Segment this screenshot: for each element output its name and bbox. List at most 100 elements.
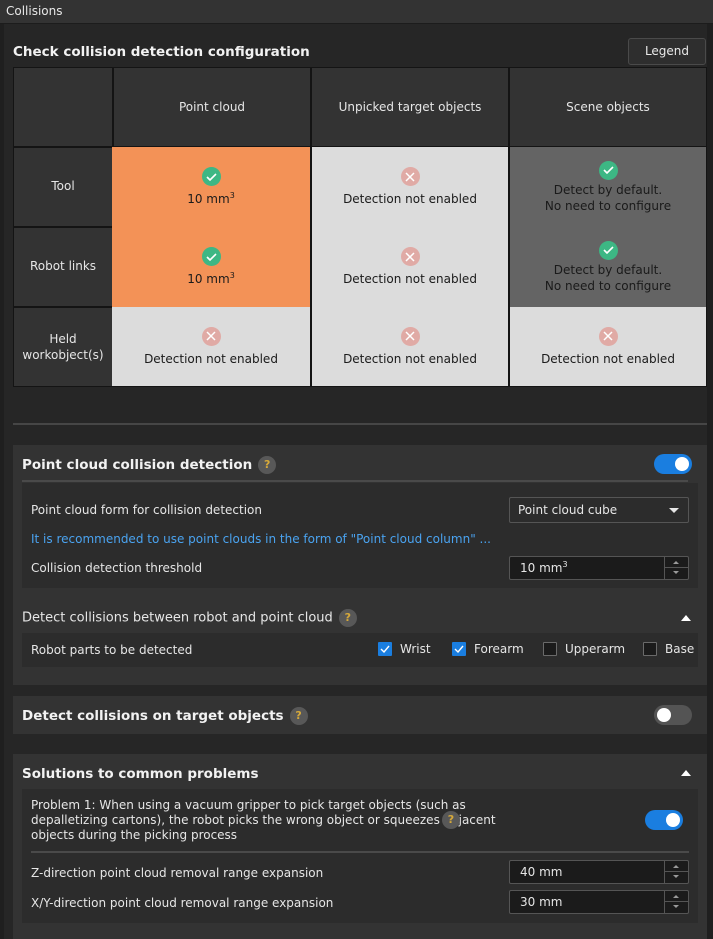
scrollbar-track[interactable] — [707, 24, 713, 939]
check-icon — [598, 240, 618, 260]
matrix-cell-held-point-cloud[interactable]: Detection not enabled — [112, 307, 310, 386]
left-border — [0, 24, 4, 939]
help-icon[interactable]: ? — [258, 456, 277, 474]
status-text-line1: Detect by default. — [553, 182, 663, 197]
checkbox-label: Wrist — [400, 642, 431, 656]
spin-buttons — [664, 861, 688, 883]
collapse-icon[interactable] — [681, 615, 691, 621]
check-icon — [201, 167, 221, 186]
checkbox-label: Upperarm — [565, 642, 626, 656]
status-text-line1: Detect by default. — [553, 262, 663, 277]
solutions-content: Problem 1: When using a vacuum gripper t… — [22, 789, 698, 923]
status-text: Detection not enabled — [343, 192, 477, 206]
checkbox-unchecked-icon — [543, 642, 557, 656]
matrix-cell-links-unpicked[interactable]: Detection not enabled — [312, 227, 508, 307]
check-config-title: Check collision detection configuration — [13, 44, 310, 60]
legend-button[interactable]: Legend — [628, 38, 706, 65]
checkbox-base[interactable]: Base — [643, 642, 694, 656]
checkbox-unchecked-icon — [643, 642, 657, 656]
spin-buttons — [664, 891, 688, 913]
threshold-label: Collision detection threshold — [31, 561, 203, 575]
check-icon — [598, 160, 618, 180]
matrix-cell-tool-scene[interactable]: Detect by default. No need to configure — [510, 147, 706, 227]
problem1-text: Problem 1: When using a vacuum gripper t… — [31, 798, 496, 842]
xy-expansion-label: X/Y-direction point cloud removal range … — [31, 896, 334, 910]
cross-icon — [598, 326, 618, 346]
target-objects-panel: Detect collisions on target objects? — [13, 696, 707, 734]
header-underline — [22, 480, 688, 482]
row-header-label-line2: workobject(s) — [22, 348, 104, 362]
column-header-label: Point cloud — [178, 100, 246, 114]
matrix-corner — [14, 68, 112, 146]
robot-parts-label: Robot parts to be detected — [31, 643, 193, 657]
row-header-label-line1: Held — [49, 332, 77, 346]
problem1-toggle[interactable] — [645, 810, 683, 830]
help-icon[interactable]: ? — [338, 609, 357, 627]
row-header-label: Robot links — [29, 259, 97, 273]
row-header-label: Tool — [51, 179, 75, 193]
matrix-cell-tool-point-cloud[interactable]: 10 mm3 — [112, 147, 310, 227]
spin-buttons — [664, 557, 688, 579]
threshold-input[interactable]: 10 mm3 — [509, 556, 689, 580]
toggle-knob — [666, 813, 680, 827]
collapse-icon[interactable] — [681, 770, 691, 776]
row-header-robot-links: Robot links — [14, 228, 112, 306]
point-cloud-detection-toggle[interactable] — [654, 454, 692, 474]
matrix-cell-links-point-cloud[interactable]: 10 mm3 — [112, 227, 310, 307]
matrix-cell-links-scene[interactable]: Detect by default. No need to configure — [510, 227, 706, 307]
status-text: Detection not enabled — [144, 351, 278, 366]
collision-matrix: Point cloud Unpicked target objects Scen… — [13, 67, 707, 387]
point-cloud-form-label: Point cloud form for collision detection — [31, 503, 262, 517]
checkbox-checked-icon — [378, 642, 392, 656]
status-text: Detection not enabled — [343, 351, 477, 366]
column-header-scene: Scene objects — [510, 68, 706, 146]
solutions-panel: Solutions to common problems Problem 1: … — [13, 754, 707, 939]
column-header-label: Unpicked target objects — [338, 100, 482, 114]
row-header-held-workobjects: Held workobject(s) — [14, 308, 112, 386]
checkbox-upperarm[interactable]: Upperarm — [543, 642, 625, 656]
checkbox-label: Base — [665, 642, 695, 656]
increment-button[interactable] — [665, 891, 688, 902]
z-expansion-input[interactable]: 40 mm — [509, 860, 689, 884]
checkbox-checked-icon — [452, 642, 466, 656]
cross-icon — [400, 326, 420, 346]
status-text: Detection not enabled — [343, 272, 477, 286]
toggle-knob — [675, 457, 689, 471]
threshold-value: 10 mm3 — [187, 191, 235, 207]
select-value: Point cloud cube — [518, 503, 618, 517]
help-icon[interactable]: ? — [442, 811, 460, 829]
checkbox-forearm[interactable]: Forearm — [452, 642, 524, 656]
status-text-line2: No need to configure — [544, 198, 672, 213]
help-icon[interactable]: ? — [289, 707, 308, 725]
input-value: 30 mm — [520, 895, 563, 909]
matrix-cell-held-scene[interactable]: Detection not enabled — [510, 307, 706, 386]
checkbox-wrist[interactable]: Wrist — [378, 642, 431, 656]
cross-icon — [201, 326, 221, 346]
matrix-cell-held-unpicked[interactable]: Detection not enabled — [312, 307, 508, 386]
checkbox-label: Forearm — [474, 642, 524, 656]
robot-point-cloud-title: Detect collisions between robot and poin… — [22, 609, 357, 627]
toggle-knob — [657, 708, 671, 722]
decrement-button[interactable] — [665, 872, 688, 883]
threshold-value: 10 mm3 — [187, 271, 235, 287]
point-cloud-detection-title: Point cloud collision detection? — [22, 456, 277, 474]
xy-expansion-input[interactable]: 30 mm — [509, 890, 689, 914]
point-cloud-settings: Point cloud form for collision detection… — [22, 483, 698, 588]
cross-icon — [400, 167, 420, 186]
recommendation-link[interactable]: It is recommended to use point clouds in… — [31, 532, 491, 546]
target-objects-toggle[interactable] — [654, 705, 692, 725]
input-value: 40 mm — [520, 865, 563, 879]
decrement-button[interactable] — [665, 568, 688, 579]
solutions-title: Solutions to common problems — [22, 766, 259, 782]
increment-button[interactable] — [665, 557, 688, 568]
row-header-tool: Tool — [14, 148, 112, 226]
status-text-line2: No need to configure — [544, 278, 672, 293]
content-divider — [31, 851, 689, 853]
increment-button[interactable] — [665, 861, 688, 872]
decrement-button[interactable] — [665, 902, 688, 913]
matrix-cell-tool-unpicked[interactable]: Detection not enabled — [312, 147, 508, 227]
title-bar: Collisions — [0, 0, 713, 24]
point-cloud-form-select[interactable]: Point cloud cube — [509, 497, 689, 523]
column-header-label: Scene objects — [566, 100, 650, 114]
window-title: Collisions — [6, 4, 63, 18]
